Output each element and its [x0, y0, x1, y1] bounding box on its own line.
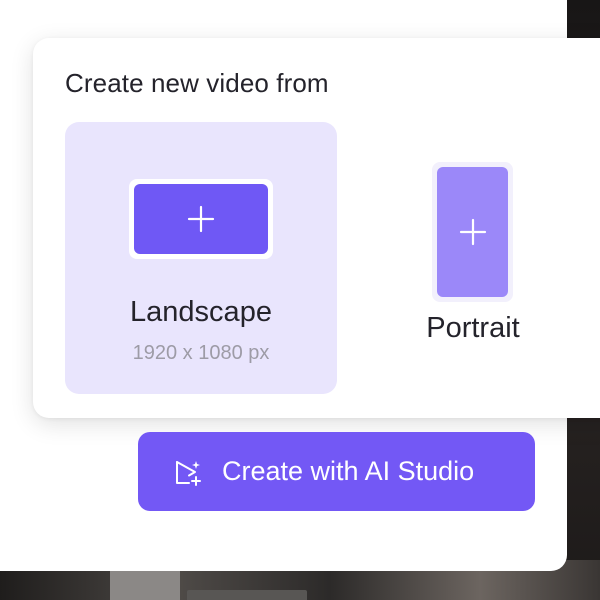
dialog-title: Create new video from — [65, 68, 329, 98]
portrait-thumbnail — [432, 162, 513, 302]
portrait-label: Portrait — [426, 312, 520, 344]
ai-studio-icon — [176, 460, 201, 486]
ai-studio-button-label: Create with AI Studio — [222, 456, 475, 486]
plus-icon — [459, 218, 486, 246]
create-with-ai-studio-button[interactable]: Create with AI Studio — [138, 432, 535, 511]
background-tag — [187, 590, 307, 600]
landscape-option[interactable]: Landscape 1920 x 1080 px — [65, 122, 337, 394]
landscape-thumbnail — [129, 179, 273, 259]
portrait-option[interactable]: Portrait — [403, 158, 543, 388]
plus-icon — [187, 205, 215, 233]
create-video-dialog: Create new video from Landscape 1920 x 1… — [33, 38, 600, 418]
landscape-label: Landscape — [130, 296, 272, 328]
landscape-dimensions: 1920 x 1080 px — [132, 342, 270, 364]
